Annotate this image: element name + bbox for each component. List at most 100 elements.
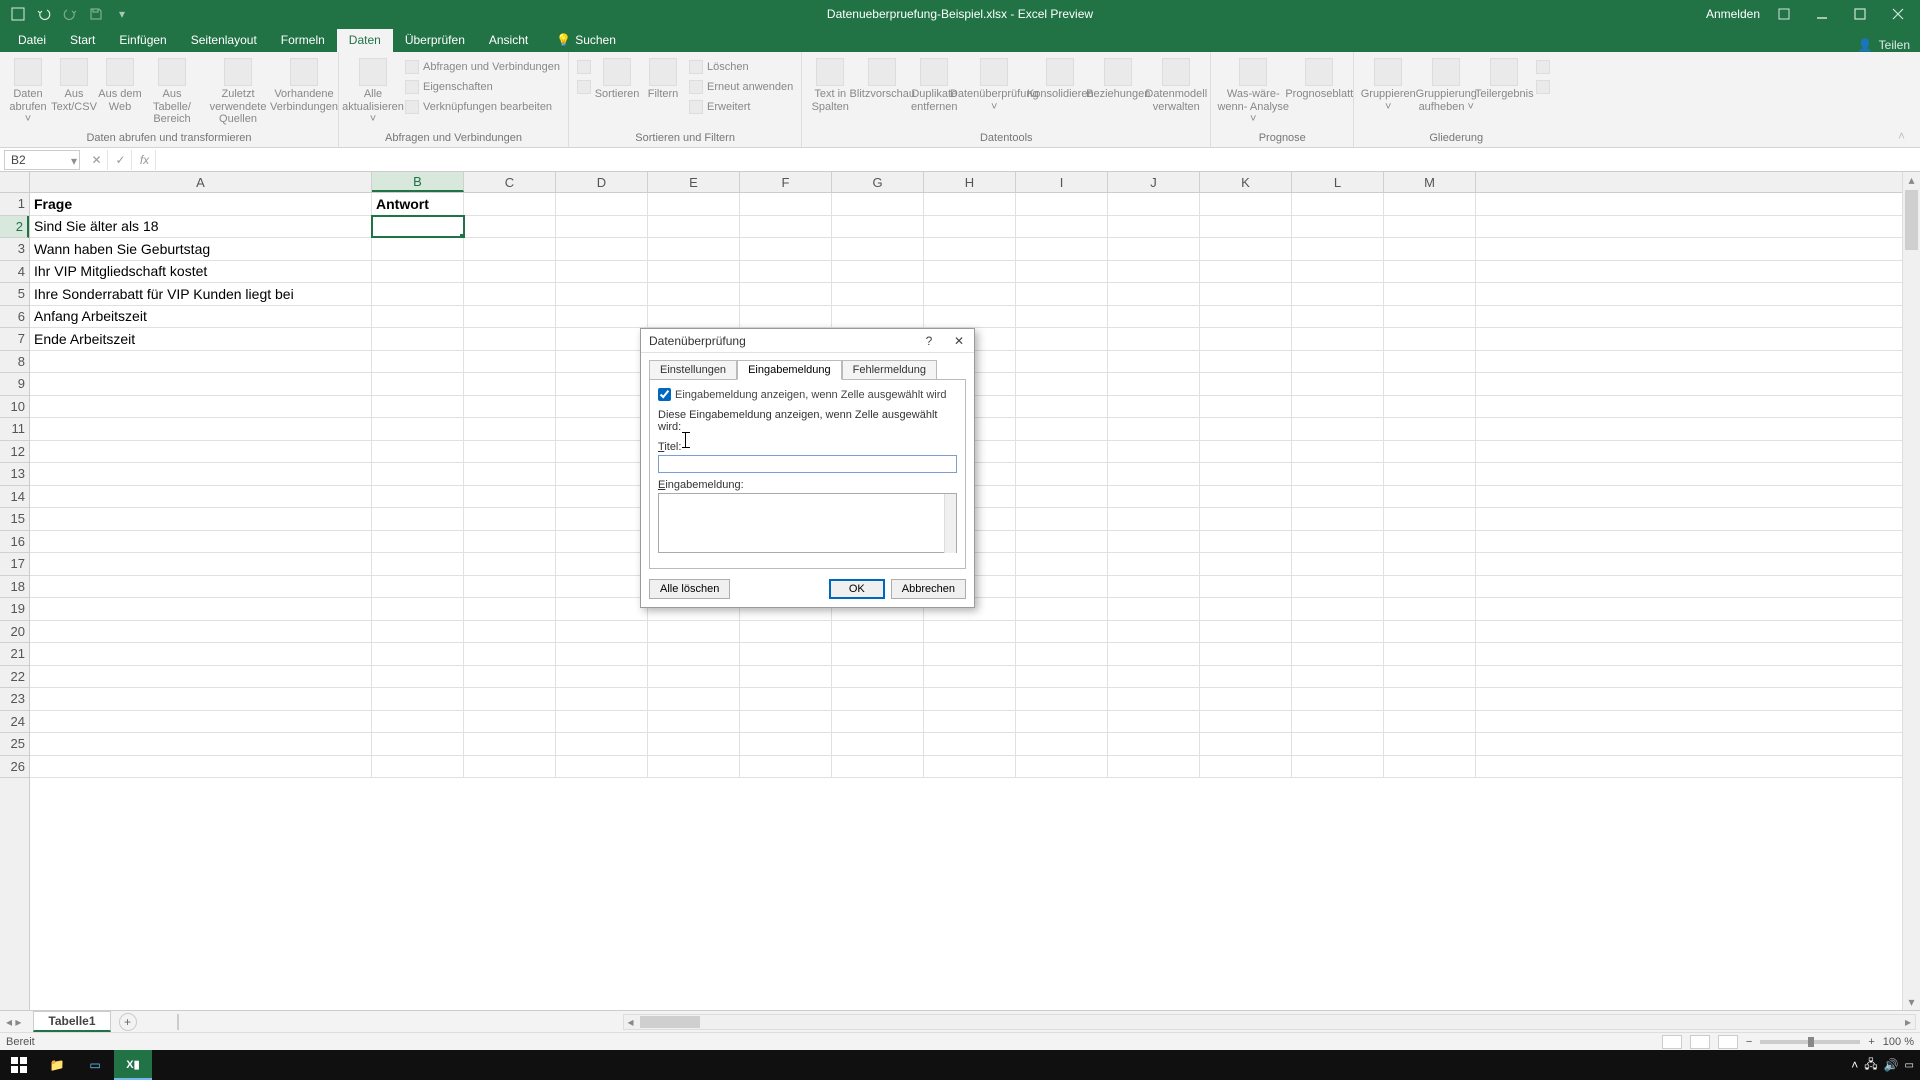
cell-H22[interactable]: [924, 666, 1016, 688]
name-box[interactable]: B2▾: [4, 150, 80, 170]
cell-B8[interactable]: [372, 351, 464, 373]
cell-B4[interactable]: [372, 261, 464, 283]
cell-B3[interactable]: [372, 238, 464, 260]
cell-C2[interactable]: [464, 216, 556, 238]
cell-K2[interactable]: [1200, 216, 1292, 238]
cell-H16[interactable]: [924, 531, 1016, 553]
cell-I11[interactable]: [1016, 418, 1108, 440]
cell-J16[interactable]: [1108, 531, 1200, 553]
properties-button[interactable]: Eigenschaften: [403, 78, 562, 96]
qat-dropdown-icon[interactable]: ▾: [112, 4, 132, 24]
what-if-button[interactable]: Was-wäre-wenn- Analyse ˅: [1217, 56, 1289, 126]
column-header[interactable]: K: [1200, 172, 1292, 192]
cell-D16[interactable]: [556, 531, 648, 553]
cell-I22[interactable]: [1016, 666, 1108, 688]
row-header[interactable]: 20: [0, 621, 29, 644]
cell-B10[interactable]: [372, 396, 464, 418]
cell-E2[interactable]: [648, 216, 740, 238]
cell-C1[interactable]: [464, 193, 556, 215]
cell-C25[interactable]: [464, 733, 556, 755]
cell-I3[interactable]: [1016, 238, 1108, 260]
cell-G21[interactable]: [832, 643, 924, 665]
cell-J23[interactable]: [1108, 688, 1200, 710]
cell-F20[interactable]: [740, 621, 832, 643]
cell-K8[interactable]: [1200, 351, 1292, 373]
cell-B16[interactable]: [372, 531, 464, 553]
column-header[interactable]: A: [30, 172, 372, 192]
cell-I20[interactable]: [1016, 621, 1108, 643]
cell-L16[interactable]: [1292, 531, 1384, 553]
cell-H11[interactable]: [924, 418, 1016, 440]
cell-A26[interactable]: [30, 756, 372, 778]
cell-D1[interactable]: [556, 193, 648, 215]
cell-J9[interactable]: [1108, 373, 1200, 395]
row-header[interactable]: 16: [0, 531, 29, 554]
cell-B22[interactable]: [372, 666, 464, 688]
cell-M24[interactable]: [1384, 711, 1476, 733]
cell-A12[interactable]: [30, 441, 372, 463]
close-icon[interactable]: [1884, 0, 1912, 28]
tab-review[interactable]: Überprüfen: [393, 29, 477, 52]
tab-view[interactable]: Ansicht: [477, 29, 540, 52]
cell-F13[interactable]: [740, 463, 832, 485]
cell-E20[interactable]: [648, 621, 740, 643]
cell-C6[interactable]: [464, 306, 556, 328]
enter-formula-icon[interactable]: ✓: [110, 150, 132, 170]
cell-C14[interactable]: [464, 486, 556, 508]
cell-C26[interactable]: [464, 756, 556, 778]
cell-F23[interactable]: [740, 688, 832, 710]
from-web-button[interactable]: Aus dem Web: [98, 56, 142, 113]
cell-B9[interactable]: [372, 373, 464, 395]
redo-icon[interactable]: [60, 4, 80, 24]
cell-E6[interactable]: [648, 306, 740, 328]
cell-H24[interactable]: [924, 711, 1016, 733]
cell-M10[interactable]: [1384, 396, 1476, 418]
sort-za-button[interactable]: [575, 78, 593, 96]
row-header[interactable]: 4: [0, 261, 29, 284]
cell-G24[interactable]: [832, 711, 924, 733]
cell-C3[interactable]: [464, 238, 556, 260]
group-button[interactable]: Gruppieren ˅: [1360, 56, 1416, 113]
cell-F16[interactable]: [740, 531, 832, 553]
row-header[interactable]: 25: [0, 733, 29, 756]
column-header[interactable]: L: [1292, 172, 1384, 192]
cell-E18[interactable]: [648, 576, 740, 598]
cell-K19[interactable]: [1200, 598, 1292, 620]
cell-F6[interactable]: [740, 306, 832, 328]
cell-K15[interactable]: [1200, 508, 1292, 530]
cell-J18[interactable]: [1108, 576, 1200, 598]
cell-M2[interactable]: [1384, 216, 1476, 238]
cell-H12[interactable]: [924, 441, 1016, 463]
cell-I7[interactable]: [1016, 328, 1108, 350]
cell-F9[interactable]: [740, 373, 832, 395]
cell-I10[interactable]: [1016, 396, 1108, 418]
tab-data[interactable]: Daten: [337, 29, 393, 52]
cell-J2[interactable]: [1108, 216, 1200, 238]
cell-E22[interactable]: [648, 666, 740, 688]
cell-G3[interactable]: [832, 238, 924, 260]
cell-L6[interactable]: [1292, 306, 1384, 328]
cell-J12[interactable]: [1108, 441, 1200, 463]
advanced-filter-button[interactable]: Erweitert: [687, 98, 795, 116]
cell-K7[interactable]: [1200, 328, 1292, 350]
cell-I23[interactable]: [1016, 688, 1108, 710]
scrollbar-thumb[interactable]: [640, 1016, 700, 1028]
cell-J7[interactable]: [1108, 328, 1200, 350]
cell-A16[interactable]: [30, 531, 372, 553]
cell-B24[interactable]: [372, 711, 464, 733]
cell-I4[interactable]: [1016, 261, 1108, 283]
cell-K5[interactable]: [1200, 283, 1292, 305]
cell-F5[interactable]: [740, 283, 832, 305]
column-header[interactable]: B: [372, 172, 464, 192]
cell-A7[interactable]: Ende Arbeitszeit: [30, 328, 372, 350]
cells-area[interactable]: FrageAntwortSind Sie älter als 18Wann ha…: [30, 193, 1902, 1010]
cell-C7[interactable]: [464, 328, 556, 350]
cell-L23[interactable]: [1292, 688, 1384, 710]
cell-E25[interactable]: [648, 733, 740, 755]
tab-file[interactable]: Datei: [6, 29, 58, 52]
cell-L19[interactable]: [1292, 598, 1384, 620]
new-sheet-button[interactable]: +: [119, 1013, 137, 1031]
cell-A4[interactable]: Ihr VIP Mitgliedschaft kostet: [30, 261, 372, 283]
row-header[interactable]: 6: [0, 306, 29, 329]
cell-E21[interactable]: [648, 643, 740, 665]
